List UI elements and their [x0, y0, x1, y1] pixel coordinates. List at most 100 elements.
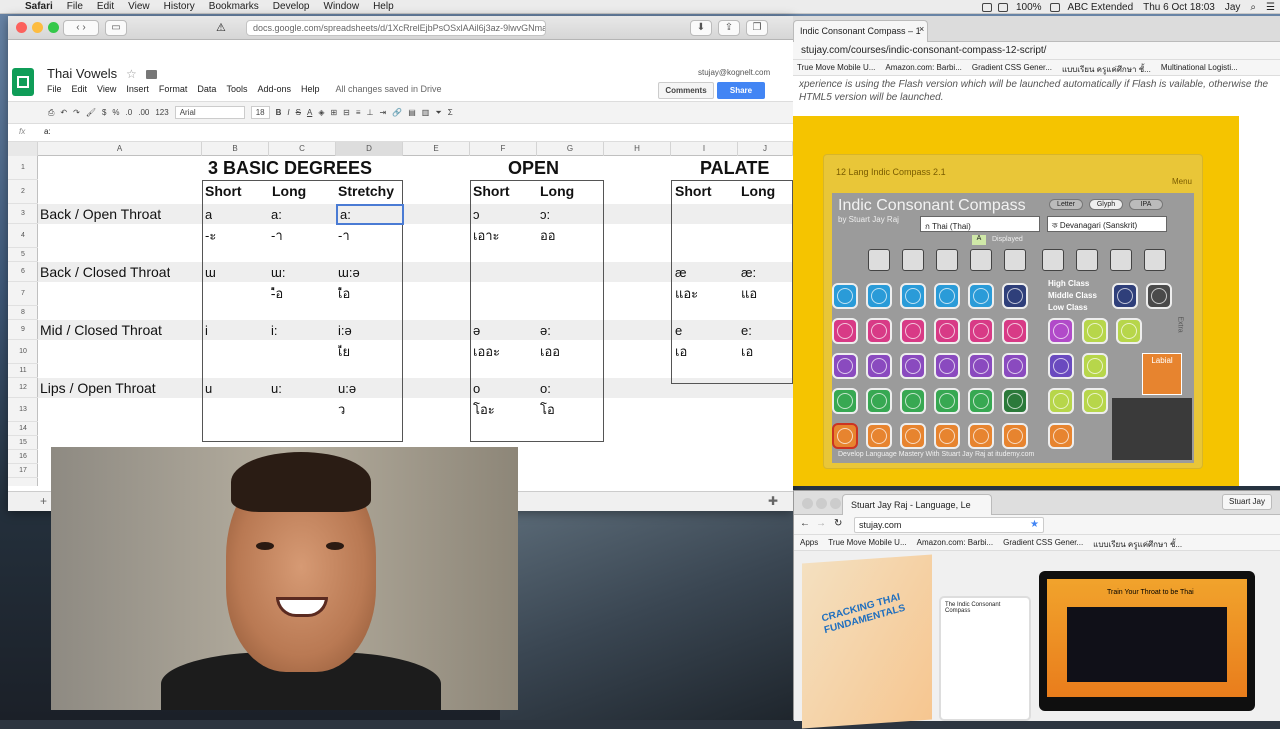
cell-c7[interactable]: -ือ: [271, 285, 283, 303]
cell-g12[interactable]: o:: [540, 380, 551, 398]
percent-button[interactable]: %: [112, 108, 119, 117]
consonant-button[interactable]: [900, 318, 926, 344]
apps-button[interactable]: Apps: [800, 538, 818, 547]
consonant-button[interactable]: [934, 388, 960, 414]
consonant-button[interactable]: [1002, 353, 1028, 379]
consonant-button[interactable]: [1048, 353, 1074, 379]
consonant-button[interactable]: [968, 388, 994, 414]
column-header-c[interactable]: C: [269, 142, 336, 156]
download-icon[interactable]: ⬇: [690, 20, 712, 36]
warning-icon[interactable]: ⚠: [216, 21, 226, 34]
cell-g3[interactable]: ɔ:: [540, 206, 550, 224]
column-header-i[interactable]: I: [671, 142, 738, 156]
consonant-button[interactable]: [866, 283, 892, 309]
document-title[interactable]: Thai Vowels: [47, 66, 117, 81]
consonant-button[interactable]: [900, 388, 926, 414]
subheader-short[interactable]: Short: [675, 182, 712, 202]
close-tab-icon[interactable]: ×: [919, 24, 924, 34]
vowel-box[interactable]: [1144, 249, 1166, 271]
folder-icon[interactable]: [146, 70, 157, 79]
row-label-back-open[interactable]: Back / Open Throat: [40, 205, 161, 225]
cell-i9[interactable]: e: [675, 322, 682, 340]
cell-i6[interactable]: æ: [675, 264, 687, 282]
formula-input[interactable]: a:: [44, 127, 51, 136]
user-name[interactable]: Jay: [1220, 2, 1246, 13]
share-icon[interactable]: ⇪: [718, 20, 740, 36]
column-header-a[interactable]: A: [38, 142, 202, 156]
toggle-letter[interactable]: Letter: [1049, 199, 1083, 210]
vowel-box[interactable]: [1042, 249, 1064, 271]
back-forward-button[interactable]: ‹ ›: [63, 20, 99, 36]
cell-b6[interactable]: ɯ: [205, 264, 216, 282]
decrease-decimal-button[interactable]: .0: [126, 108, 133, 117]
wifi-icon[interactable]: [997, 2, 1008, 12]
consonant-button[interactable]: [1082, 388, 1108, 414]
consonant-button[interactable]: [1002, 318, 1028, 344]
chart-icon[interactable]: ▥: [422, 108, 430, 117]
toggle-glyph[interactable]: Glyph: [1089, 199, 1123, 210]
cell-c12[interactable]: u:: [271, 380, 282, 398]
consonant-button[interactable]: [968, 423, 994, 449]
consonant-button[interactable]: [934, 283, 960, 309]
consonant-button[interactable]: [1002, 283, 1028, 309]
sheets-menu-data[interactable]: Data: [197, 84, 216, 94]
column-header-j[interactable]: J: [738, 142, 793, 156]
subheader-short[interactable]: Short: [473, 182, 510, 202]
consonant-row-label-orange[interactable]: [832, 423, 858, 449]
cell-g4[interactable]: ออ: [540, 227, 556, 245]
menu-view[interactable]: View: [121, 1, 157, 12]
cell-f10[interactable]: เออะ: [473, 343, 500, 361]
script-dropdown-devanagari[interactable]: ক Devanagari (Sanskrit): [1047, 216, 1167, 232]
subheader-long[interactable]: Long: [540, 182, 574, 202]
font-select[interactable]: Arial: [174, 106, 245, 119]
consonant-button[interactable]: [1048, 318, 1074, 344]
increase-decimal-button[interactable]: .00: [138, 108, 149, 117]
functions-icon[interactable]: Σ: [448, 108, 453, 117]
minimize-window-button[interactable]: [816, 498, 827, 509]
italic-button[interactable]: I: [287, 108, 289, 117]
cell-j6[interactable]: æ:: [741, 264, 756, 282]
input-source[interactable]: ABC Extended: [1063, 2, 1139, 13]
sheets-menu-addons[interactable]: Add-ons: [257, 84, 291, 94]
consonant-button[interactable]: [1146, 283, 1172, 309]
menu-history[interactable]: History: [157, 1, 202, 12]
address-bar[interactable]: docs.google.com/spreadsheets/d/1XcRrelEj…: [246, 20, 546, 36]
consonant-row-label-blue[interactable]: [832, 283, 858, 309]
valign-icon[interactable]: ⊥: [367, 108, 374, 117]
tabs-icon[interactable]: ❐: [746, 20, 768, 36]
column-header-e[interactable]: E: [403, 142, 470, 156]
cell-j7[interactable]: แอ: [741, 285, 757, 303]
cell-f12[interactable]: o: [473, 380, 480, 398]
row-label-back-closed[interactable]: Back / Closed Throat: [40, 263, 170, 283]
menu-app-name[interactable]: Safari: [18, 1, 60, 12]
fill-color-icon[interactable]: ◈: [318, 108, 324, 117]
cell-d12[interactable]: u:ə: [338, 380, 356, 398]
displayed-indicator[interactable]: A: [972, 235, 986, 245]
sheets-menu-insert[interactable]: Insert: [126, 84, 149, 94]
consonant-button[interactable]: [1112, 283, 1138, 309]
cell-b9[interactable]: i: [205, 322, 208, 340]
toggle-ipa[interactable]: IPA: [1129, 199, 1163, 210]
sheets-menu-edit[interactable]: Edit: [72, 84, 88, 94]
consonant-button[interactable]: [1002, 388, 1028, 414]
consonant-button[interactable]: [866, 423, 892, 449]
sheets-menu-help[interactable]: Help: [301, 84, 320, 94]
sheets-logo-icon[interactable]: [12, 68, 34, 96]
cell-b12[interactable]: u: [205, 380, 212, 398]
tablet-image[interactable]: The Indic Consonant Compass: [939, 596, 1031, 721]
back-icon[interactable]: ←: [800, 518, 810, 529]
address-bar[interactable]: stujay.com: [854, 517, 1044, 533]
cell-d10[interactable]: เีย: [338, 343, 350, 361]
column-header-f[interactable]: F: [470, 142, 537, 156]
print-icon[interactable]: ⎙: [48, 108, 54, 118]
subheader-stretchy[interactable]: Stretchy: [338, 182, 394, 202]
cell-f4[interactable]: เอาะ: [473, 227, 500, 245]
cell-d13[interactable]: ัว: [338, 401, 345, 419]
consonant-button[interactable]: [900, 423, 926, 449]
link-icon[interactable]: 🔗: [392, 108, 402, 117]
bookmark-item[interactable]: Multinational Logisti...: [1161, 63, 1238, 72]
clock[interactable]: Thu 6 Oct 18:03: [1138, 2, 1220, 13]
text-color-button[interactable]: A: [307, 108, 312, 117]
sheets-menu-view[interactable]: View: [97, 84, 116, 94]
consonant-button[interactable]: [1082, 353, 1108, 379]
